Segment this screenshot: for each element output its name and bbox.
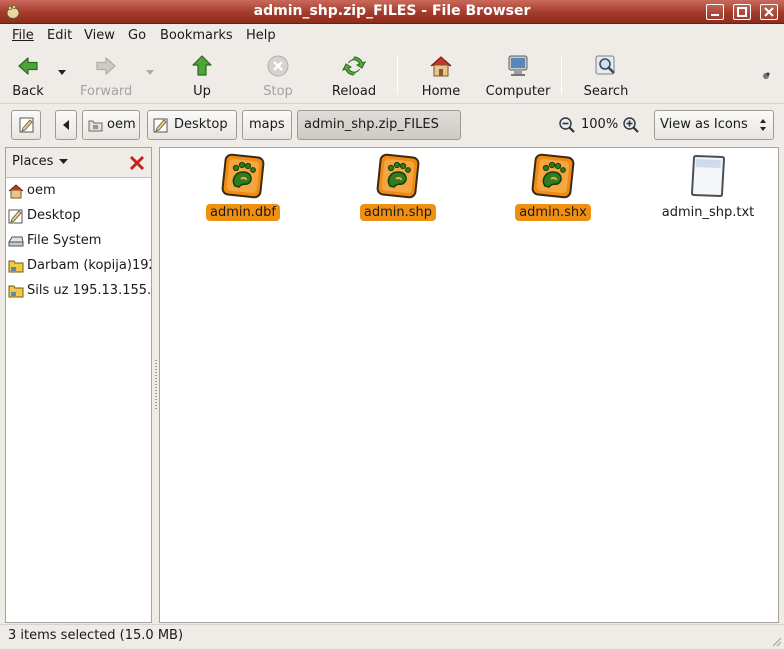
network-folder-icon: [8, 260, 24, 273]
places-sidebar: Places oem Desktop File System Darbam (k…: [5, 147, 152, 623]
home-icon: [430, 56, 452, 77]
up-arrow-icon: [192, 55, 212, 76]
close-sidebar-icon[interactable]: [128, 154, 146, 172]
zoom-level[interactable]: 100%: [581, 117, 618, 132]
search-button[interactable]: Search: [582, 54, 630, 99]
edit-location-icon: [19, 117, 34, 133]
file-icon-view[interactable]: admin.dbf admin.shp admin.shx admin_shp.…: [159, 147, 779, 623]
gnome-foot-icon: [221, 153, 265, 199]
home-folder-icon: [88, 120, 103, 132]
chevron-down-icon: [59, 159, 69, 164]
file-name[interactable]: admin.shp: [359, 204, 437, 221]
desktop-icon: [153, 118, 168, 133]
path-scroll-left-button[interactable]: [55, 110, 77, 140]
places-dropdown[interactable]: Places: [12, 154, 69, 169]
sidebar-item-file-system[interactable]: File System: [6, 229, 151, 253]
forward-history-dropdown-icon[interactable]: [146, 70, 154, 76]
stop-icon: [267, 55, 289, 77]
gnome-foot-icon: [376, 153, 420, 199]
drive-icon: [8, 236, 24, 247]
back-button[interactable]: Back: [10, 54, 46, 99]
close-window-button[interactable]: [760, 4, 778, 20]
up-button[interactable]: Up: [186, 54, 218, 99]
status-bar: 3 items selected (15.0 MB): [0, 624, 784, 649]
sidebar-item-network-share[interactable]: Darbam (kopija)192: [6, 254, 151, 278]
sidebar-item-oem[interactable]: oem: [6, 179, 151, 203]
zoom-in-icon[interactable]: [622, 116, 640, 134]
back-history-dropdown-icon[interactable]: [58, 70, 66, 76]
sidebar-header: Places: [6, 148, 151, 178]
menu-view[interactable]: View: [84, 28, 115, 43]
path-button-maps[interactable]: maps: [242, 110, 292, 140]
back-arrow-icon: [18, 57, 38, 75]
minimize-icon: [711, 14, 719, 16]
search-icon: [595, 55, 615, 75]
computer-button[interactable]: Computer: [485, 54, 551, 99]
file-browser-window: admin_shp.zip_FILES - File Browser File …: [0, 0, 784, 649]
file-name[interactable]: admin_shp.txt: [658, 204, 759, 221]
maximize-button[interactable]: [733, 4, 751, 20]
sidebar-item-network-share[interactable]: Sils uz 195.13.155.2: [6, 279, 151, 303]
window-title: admin_shp.zip_FILES - File Browser: [253, 3, 531, 19]
home-folder-icon: [8, 184, 24, 199]
file-item[interactable]: admin.shp: [338, 152, 458, 221]
location-bar: oem Desktop maps admin_shp.zip_FILES 100…: [0, 105, 784, 145]
location-toggle-button[interactable]: [11, 110, 41, 140]
splitter-grip[interactable]: [155, 360, 157, 410]
path-button-current[interactable]: admin_shp.zip_FILES: [297, 110, 461, 140]
file-name[interactable]: admin.shx: [515, 204, 591, 221]
menu-bookmarks[interactable]: Bookmarks: [160, 28, 233, 43]
menu-edit[interactable]: Edit: [47, 28, 72, 43]
reload-button[interactable]: Reload: [330, 54, 378, 99]
forward-button[interactable]: Forward: [80, 54, 132, 99]
file-item[interactable]: admin_shp.txt: [648, 152, 768, 221]
reload-icon: [341, 56, 367, 76]
forward-arrow-icon: [96, 57, 116, 75]
file-name[interactable]: admin.dbf: [206, 204, 280, 221]
toolbar: Back Forward Up Stop Reload Home Compute…: [0, 48, 784, 104]
close-icon: [764, 7, 774, 17]
menu-bar: File Edit View Go Bookmarks Help: [0, 25, 784, 47]
chevron-left-icon: [63, 120, 69, 130]
zoom-out-icon[interactable]: [558, 116, 576, 134]
network-folder-icon: [8, 285, 24, 298]
computer-icon: [508, 55, 528, 76]
file-item[interactable]: admin.dbf: [183, 152, 303, 221]
gnome-foot-icon: [531, 153, 575, 199]
spinner-arrows-icon: [760, 119, 766, 131]
home-button[interactable]: Home: [420, 54, 462, 99]
status-text: 3 items selected (15.0 MB): [8, 628, 184, 643]
file-item[interactable]: admin.shx: [493, 152, 613, 221]
title-bar[interactable]: admin_shp.zip_FILES - File Browser: [0, 0, 784, 24]
menu-help[interactable]: Help: [246, 28, 276, 43]
toolbar-separator: [561, 56, 562, 94]
view-mode-select[interactable]: View as Icons: [654, 110, 774, 140]
text-file-icon: [690, 154, 726, 198]
resize-grip-icon[interactable]: [770, 635, 782, 647]
toolbar-separator: [397, 56, 398, 94]
menu-go[interactable]: Go: [128, 28, 146, 43]
throbber-icon: [763, 72, 770, 79]
path-button-desktop[interactable]: Desktop: [147, 110, 237, 140]
sidebar-item-desktop[interactable]: Desktop: [6, 204, 151, 228]
path-button-oem[interactable]: oem: [82, 110, 140, 140]
minimize-button[interactable]: [706, 4, 724, 20]
menu-file[interactable]: File: [12, 28, 34, 43]
desktop-icon: [8, 209, 23, 224]
stop-button[interactable]: Stop: [260, 54, 296, 99]
maximize-icon: [737, 7, 747, 17]
